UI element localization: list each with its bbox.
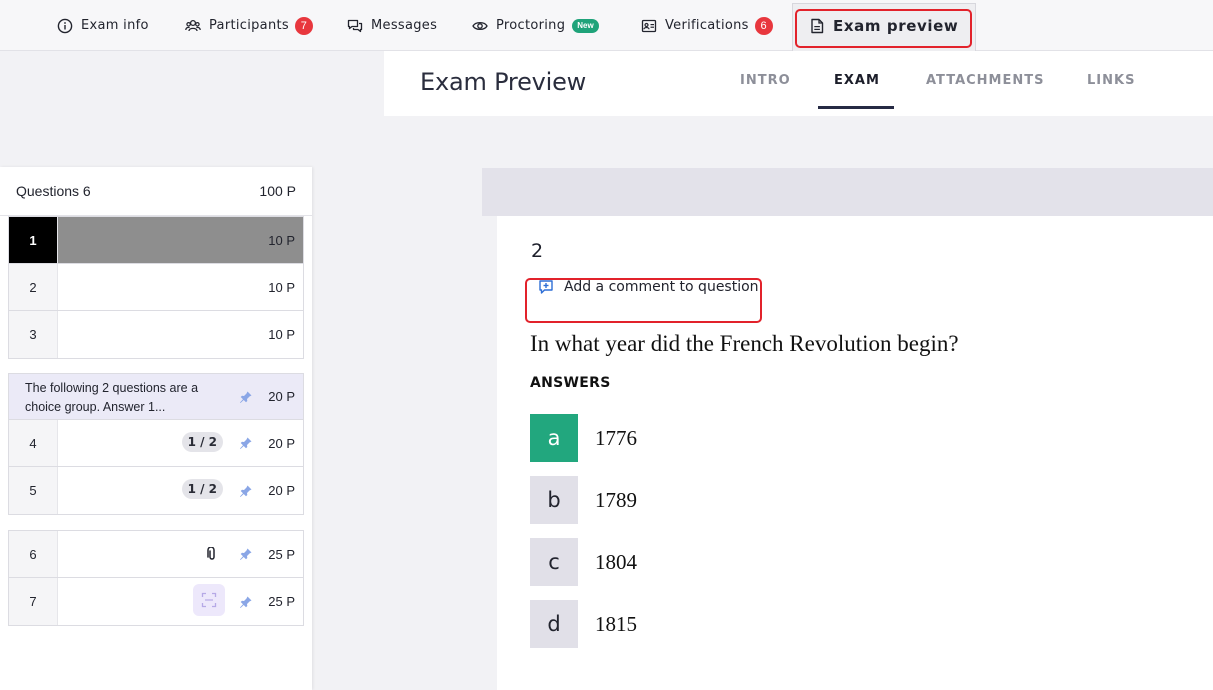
answer-option-d[interactable]: d 1815 <box>530 600 637 648</box>
question-number-heading: 2 <box>531 240 544 262</box>
question-header-bar <box>482 168 1213 216</box>
nav-label: Verifications <box>665 18 749 33</box>
eye-icon <box>471 17 489 35</box>
choice-group-header[interactable]: The following 2 questions are a choice g… <box>9 374 303 420</box>
info-icon <box>56 17 74 35</box>
nav-label: Participants <box>209 18 289 33</box>
question-row-3[interactable]: 3 10 P <box>9 311 303 358</box>
pin-icon[interactable] <box>239 531 253 577</box>
answer-letter: a <box>530 414 578 462</box>
exam-preview-header: Exam Preview INTRO EXAM ATTACHMENTS LINK… <box>384 51 1213 116</box>
nav-label: Exam info <box>81 18 149 33</box>
pin-icon[interactable] <box>239 374 253 419</box>
answer-option-c[interactable]: c 1804 <box>530 538 637 586</box>
question-points: 20 P <box>268 435 295 451</box>
nav-verifications[interactable]: Verifications 6 <box>640 0 773 51</box>
question-number: 3 <box>9 311 58 358</box>
question-row-7[interactable]: 7 25 P <box>9 578 303 625</box>
participants-count-badge: 7 <box>294 16 313 35</box>
question-number: 6 <box>9 531 58 577</box>
pin-icon[interactable] <box>239 578 253 625</box>
question-number: 1 <box>9 217 58 263</box>
nav-exam-info[interactable]: Exam info <box>56 0 149 51</box>
choice-fraction-badge: 1 / 2 <box>181 479 223 499</box>
question-list: 1 10 P 2 10 P 3 10 P <box>8 216 304 359</box>
messages-icon <box>346 17 364 35</box>
total-points: 100 P <box>259 183 296 199</box>
choice-fraction-badge: 1 / 2 <box>181 432 223 452</box>
page-title: Exam Preview <box>420 68 587 96</box>
questions-sidebar: Questions 6 100 P 1 10 P 2 10 P 3 10 P T… <box>0 167 312 690</box>
tab-exam[interactable]: EXAM <box>834 73 880 88</box>
answer-option-b[interactable]: b 1789 <box>530 476 637 524</box>
question-card: 2 Add a comment to question In what year… <box>497 216 1213 690</box>
nav-label: Proctoring <box>496 18 566 33</box>
answer-option-a[interactable]: a 1776 <box>530 414 637 462</box>
add-comment-highlight <box>525 278 762 323</box>
tab-intro[interactable]: INTRO <box>740 73 791 88</box>
question-points: 10 P <box>268 327 295 342</box>
answer-letter: d <box>530 600 578 648</box>
users-icon <box>184 17 202 35</box>
question-row-5[interactable]: 5 1 / 2 20 P <box>9 467 303 514</box>
question-row-1[interactable]: 1 10 P <box>9 217 303 264</box>
nav-messages[interactable]: Messages <box>346 0 437 51</box>
answer-text: 1804 <box>595 549 637 574</box>
answer-text: 1776 <box>595 425 637 450</box>
answer-text: 1815 <box>595 611 637 636</box>
answer-letter: c <box>530 538 578 586</box>
question-number: 2 <box>9 264 58 310</box>
question-list-extra: 6 25 P 7 25 P <box>8 530 304 626</box>
tab-links[interactable]: LINKS <box>1087 73 1135 88</box>
question-number: 7 <box>9 578 58 625</box>
choice-group-points: 20 P <box>268 389 295 404</box>
id-card-icon <box>640 17 658 35</box>
question-points: 25 P <box>268 546 295 562</box>
answers-heading: ANSWERS <box>530 375 611 391</box>
question-number: 4 <box>9 420 58 466</box>
question-row-2[interactable]: 2 10 P <box>9 264 303 311</box>
nav-participants[interactable]: Participants 7 <box>184 0 313 51</box>
question-number: 5 <box>9 467 58 514</box>
active-tab-underline <box>818 106 894 109</box>
verifications-count-badge: 6 <box>754 16 773 35</box>
nav-label: Messages <box>371 18 438 33</box>
pin-icon[interactable] <box>239 420 253 466</box>
questions-count: Questions 6 <box>16 183 91 199</box>
question-row-4[interactable]: 4 1 / 2 20 P <box>9 420 303 467</box>
exam-preview-highlight <box>795 9 972 48</box>
choice-group: The following 2 questions are a choice g… <box>8 373 304 515</box>
questions-header: Questions 6 100 P <box>0 167 312 216</box>
answer-text: 1789 <box>595 487 637 512</box>
new-badge: New <box>572 18 599 33</box>
question-points: 20 P <box>268 483 295 498</box>
top-navigation: Exam info Participants 7 Messages Procto… <box>0 0 1213 51</box>
question-row-6[interactable]: 6 25 P <box>9 531 303 578</box>
pin-icon[interactable] <box>239 467 253 514</box>
scan-icon <box>193 584 225 616</box>
question-points: 10 P <box>268 232 295 248</box>
answer-letter: b <box>530 476 578 524</box>
tab-attachments[interactable]: ATTACHMENTS <box>926 73 1045 88</box>
choice-group-description: The following 2 questions are a choice g… <box>25 381 199 414</box>
paperclip-icon <box>205 531 217 577</box>
question-points: 25 P <box>268 594 295 609</box>
nav-proctoring[interactable]: Proctoring New <box>471 0 599 51</box>
question-points: 10 P <box>268 279 295 295</box>
question-text: In what year did the French Revolution b… <box>530 331 959 356</box>
